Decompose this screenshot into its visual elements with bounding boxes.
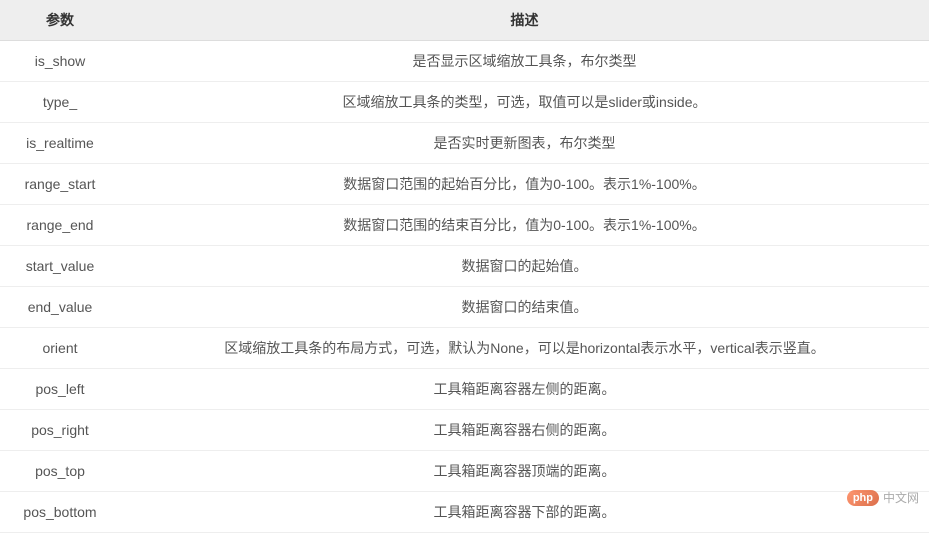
- params-table: 参数 描述 is_show 是否显示区域缩放工具条，布尔类型 type_ 区域缩…: [0, 0, 929, 533]
- table-row: is_realtime 是否实时更新图表，布尔类型: [0, 123, 929, 164]
- table-row: range_start 数据窗口范围的起始百分比，值为0-100。表示1%-10…: [0, 164, 929, 205]
- param-cell: pos_top: [0, 451, 120, 492]
- param-cell: start_value: [0, 246, 120, 287]
- desc-cell: 区域缩放工具条的布局方式，可选，默认为None，可以是horizontal表示水…: [120, 328, 929, 369]
- header-description: 描述: [120, 0, 929, 41]
- table-row: start_value 数据窗口的起始值。: [0, 246, 929, 287]
- watermark-logo: php: [847, 490, 879, 506]
- desc-cell: 工具箱距离容器顶端的距离。: [120, 451, 929, 492]
- desc-cell: 工具箱距离容器左侧的距离。: [120, 369, 929, 410]
- desc-cell: 工具箱距离容器右侧的距离。: [120, 410, 929, 451]
- param-cell: range_end: [0, 205, 120, 246]
- header-param: 参数: [0, 0, 120, 41]
- param-cell: is_realtime: [0, 123, 120, 164]
- watermark: php 中文网: [847, 489, 919, 506]
- watermark-text: 中文网: [883, 489, 919, 506]
- table-row: type_ 区域缩放工具条的类型，可选，取值可以是slider或inside。: [0, 82, 929, 123]
- param-cell: range_start: [0, 164, 120, 205]
- table-header-row: 参数 描述: [0, 0, 929, 41]
- desc-cell: 数据窗口范围的结束百分比，值为0-100。表示1%-100%。: [120, 205, 929, 246]
- table-row: is_show 是否显示区域缩放工具条，布尔类型: [0, 41, 929, 82]
- table-row: pos_top 工具箱距离容器顶端的距离。: [0, 451, 929, 492]
- param-cell: orient: [0, 328, 120, 369]
- desc-cell: 数据窗口的结束值。: [120, 287, 929, 328]
- param-cell: pos_bottom: [0, 492, 120, 533]
- desc-cell: 区域缩放工具条的类型，可选，取值可以是slider或inside。: [120, 82, 929, 123]
- param-cell: pos_left: [0, 369, 120, 410]
- desc-cell: 是否实时更新图表，布尔类型: [120, 123, 929, 164]
- desc-cell: 数据窗口范围的起始百分比，值为0-100。表示1%-100%。: [120, 164, 929, 205]
- param-cell: pos_right: [0, 410, 120, 451]
- table-row: end_value 数据窗口的结束值。: [0, 287, 929, 328]
- table-row: pos_right 工具箱距离容器右侧的距离。: [0, 410, 929, 451]
- param-cell: end_value: [0, 287, 120, 328]
- desc-cell: 是否显示区域缩放工具条，布尔类型: [120, 41, 929, 82]
- desc-cell: 数据窗口的起始值。: [120, 246, 929, 287]
- param-cell: type_: [0, 82, 120, 123]
- table-row: pos_left 工具箱距离容器左侧的距离。: [0, 369, 929, 410]
- table-row: range_end 数据窗口范围的结束百分比，值为0-100。表示1%-100%…: [0, 205, 929, 246]
- table-row: pos_bottom 工具箱距离容器下部的距离。: [0, 492, 929, 533]
- desc-cell: 工具箱距离容器下部的距离。: [120, 492, 929, 533]
- param-cell: is_show: [0, 41, 120, 82]
- table-row: orient 区域缩放工具条的布局方式，可选，默认为None，可以是horizo…: [0, 328, 929, 369]
- table-body: is_show 是否显示区域缩放工具条，布尔类型 type_ 区域缩放工具条的类…: [0, 41, 929, 533]
